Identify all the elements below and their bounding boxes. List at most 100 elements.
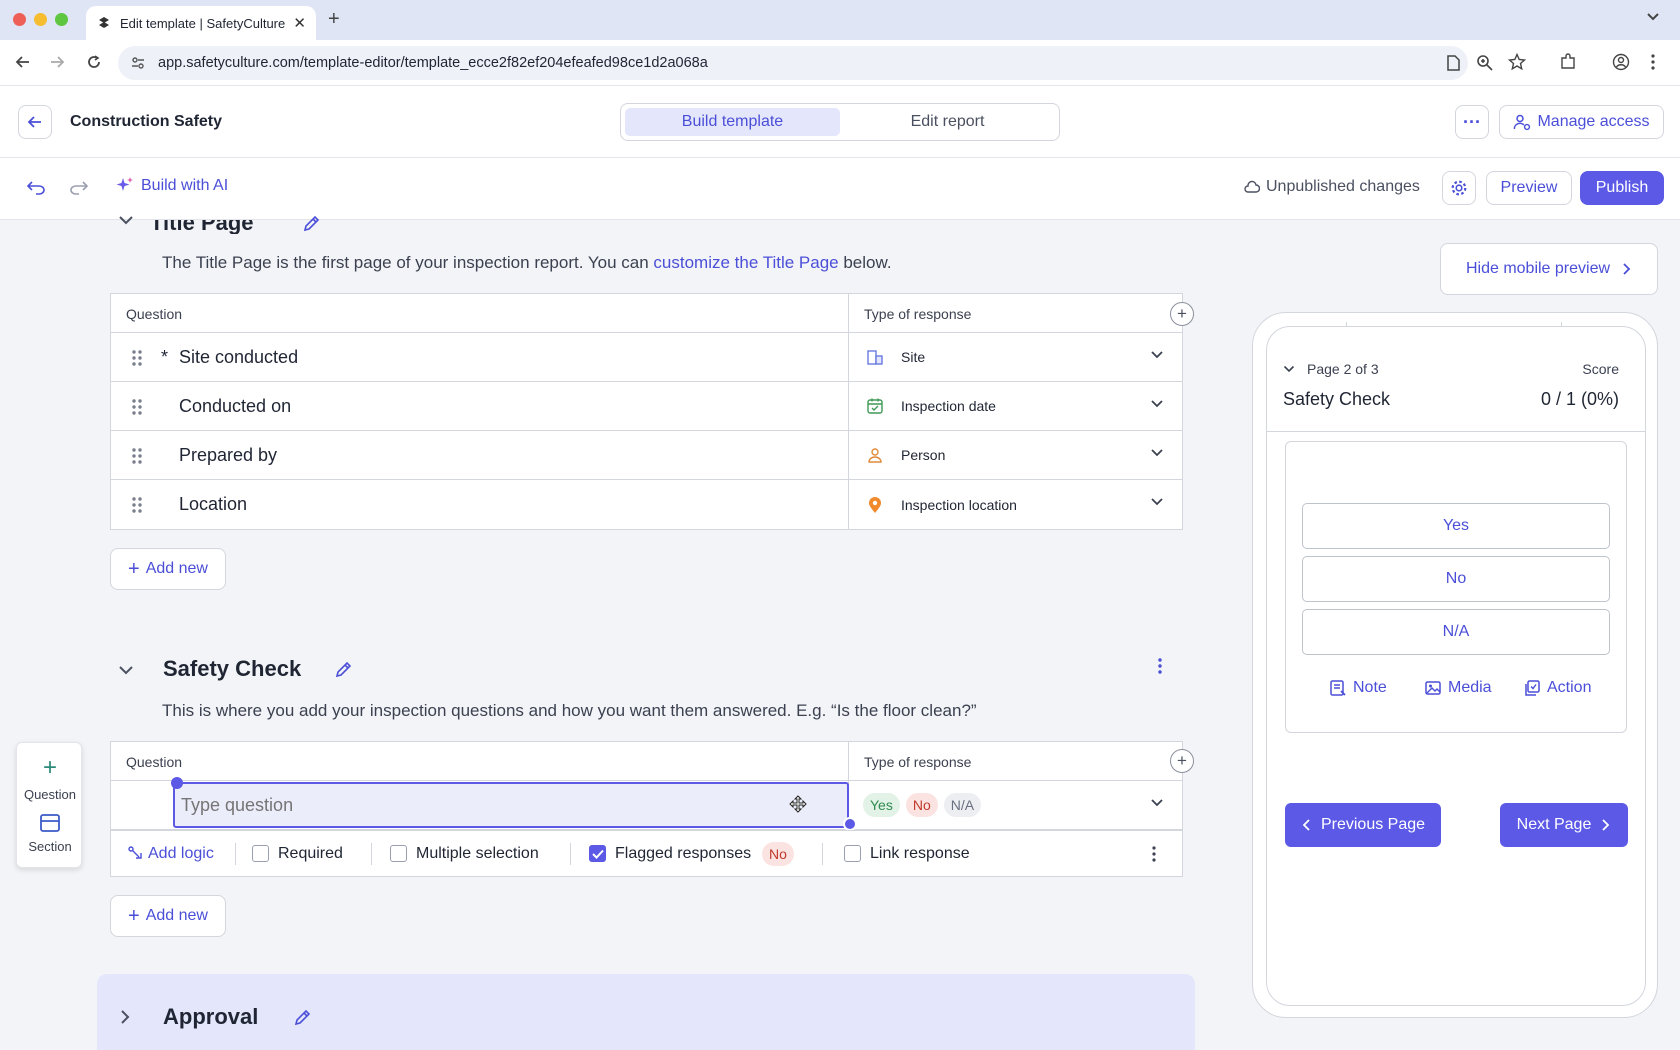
add-new-button[interactable]: + Add new [110,548,226,590]
question-text[interactable]: Conducted on [179,396,291,417]
add-question-button[interactable]: + Question [17,756,83,803]
more-options-button[interactable]: ··· [1455,105,1489,139]
action-button[interactable]: Action [1523,679,1591,697]
window-close-button[interactable] [13,13,26,26]
publish-button[interactable]: Publish [1580,171,1664,205]
manage-access-button[interactable]: Manage access [1499,105,1664,139]
person-icon [865,445,885,465]
edit-pencil-icon[interactable] [302,213,322,233]
build-with-ai-button[interactable]: Build with AI [115,176,228,196]
resize-handle[interactable] [171,777,183,789]
page-info-icon[interactable] [1445,54,1461,72]
chevron-left-icon [1302,819,1310,831]
column-header-question: Question [111,742,849,780]
zoom-icon[interactable] [1476,54,1494,72]
question-text[interactable]: Prepared by [179,445,277,466]
chevron-down-icon[interactable] [1150,399,1164,409]
ellipsis-icon: ··· [1463,111,1481,132]
tab-edit-report[interactable]: Edit report [840,108,1055,136]
drag-handle-icon[interactable] [131,447,143,465]
note-button[interactable]: Note [1329,679,1387,697]
response-set-select[interactable]: Yes No N/A [849,781,1182,829]
chevron-down-icon[interactable] [1150,448,1164,458]
collapse-chevron-icon[interactable] [117,214,135,226]
link-response-checkbox[interactable] [844,845,861,862]
mode-switcher: Build template Edit report [620,103,1060,141]
next-page-button[interactable]: Next Page [1500,803,1628,847]
site-info-icon[interactable] [130,55,146,71]
question-options-bar: Add logic Required Multiple selection Fl… [111,830,1182,876]
settings-button[interactable] [1442,171,1476,205]
table-row[interactable]: Prepared by Person [111,431,1182,480]
tab-search-icon[interactable] [1645,8,1661,24]
section-menu-icon[interactable] [1157,657,1163,675]
question-text[interactable]: Site conducted [179,347,298,368]
table-row[interactable]: * Site conducted Site [111,333,1182,382]
add-column-plus-icon[interactable]: + [1170,749,1194,773]
answer-button-na[interactable]: N/A [1302,609,1610,655]
tab-build-template[interactable]: Build template [625,108,840,136]
back-button[interactable] [18,105,52,139]
response-type-select[interactable]: Person [849,431,1182,479]
address-bar[interactable]: app.safetyculture.com/template-editor/te… [118,46,1468,80]
required-asterisk: * [161,347,169,367]
chevron-down-icon[interactable] [1150,497,1164,507]
add-column-plus-icon[interactable]: + [1170,302,1194,326]
media-button[interactable]: Media [1424,679,1492,697]
section-title[interactable]: Approval [163,1004,258,1030]
hide-mobile-preview-button[interactable]: Hide mobile preview [1440,243,1658,295]
add-new-button[interactable]: + Add new [110,895,226,937]
table-row[interactable]: Conducted on Inspection date [111,382,1182,431]
browser-reload-icon[interactable] [85,53,103,71]
url-text: app.safetyculture.com/template-editor/te… [158,55,708,71]
section-title[interactable]: Safety Check [163,656,301,682]
browser-menu-icon[interactable] [1650,53,1656,71]
browser-back-icon[interactable] [14,53,32,71]
question-input[interactable] [173,782,849,828]
response-type-select[interactable]: Inspection location [849,480,1182,529]
answer-button-yes[interactable]: Yes [1302,503,1610,549]
drag-handle-icon[interactable] [131,398,143,416]
page-indicator: Page 2 of 3 [1307,361,1379,377]
question-text[interactable]: Location [179,494,247,515]
answer-button-no[interactable]: No [1302,556,1610,602]
tab-close-icon[interactable]: ✕ [293,14,306,32]
edit-pencil-icon[interactable] [293,1007,313,1027]
add-section-button[interactable]: Section [17,813,83,854]
question-menu-icon[interactable] [1151,845,1157,863]
response-type-select[interactable]: Site [849,333,1182,381]
table-row[interactable]: Yes No N/A [111,777,1182,831]
bookmark-star-icon[interactable] [1508,53,1526,71]
undo-icon[interactable] [26,178,46,196]
response-type-select[interactable]: Inspection date [849,382,1182,430]
customize-title-page-link[interactable]: customize the Title Page [653,253,838,272]
profile-icon[interactable] [1612,53,1630,71]
previous-page-button[interactable]: Previous Page [1285,803,1441,847]
flagged-response-chip: No [762,842,794,866]
table-row[interactable]: Location Inspection location [111,480,1182,529]
edit-pencil-icon[interactable] [334,659,354,679]
add-logic-button[interactable]: Add logic [128,845,214,863]
extensions-icon[interactable] [1559,53,1577,71]
new-tab-button[interactable]: + [328,8,340,31]
redo-icon[interactable] [69,178,89,196]
drag-handle-icon[interactable] [131,349,143,367]
expand-chevron-icon[interactable] [119,1008,131,1026]
build-with-ai-label: Build with AI [141,177,229,194]
window-maximize-button[interactable] [55,13,68,26]
preview-button[interactable]: Preview [1486,171,1572,205]
preview-section-title: Safety Check [1283,389,1391,409]
multiple-selection-checkbox[interactable] [390,845,407,862]
browser-tab[interactable]: Edit template | SafetyCulture ✕ [86,6,316,40]
chevron-down-icon[interactable] [1150,798,1164,808]
section-icon [17,813,83,833]
browser-forward-icon[interactable] [48,53,66,71]
window-minimize-button[interactable] [34,13,47,26]
required-checkbox[interactable] [252,845,269,862]
chevron-down-icon[interactable] [1150,350,1164,360]
flagged-responses-checkbox[interactable] [589,845,606,862]
collapse-chevron-icon[interactable] [117,664,135,676]
score-label: Score [1582,361,1619,377]
drag-handle-icon[interactable] [131,496,143,514]
chevron-down-icon[interactable] [1283,364,1295,374]
